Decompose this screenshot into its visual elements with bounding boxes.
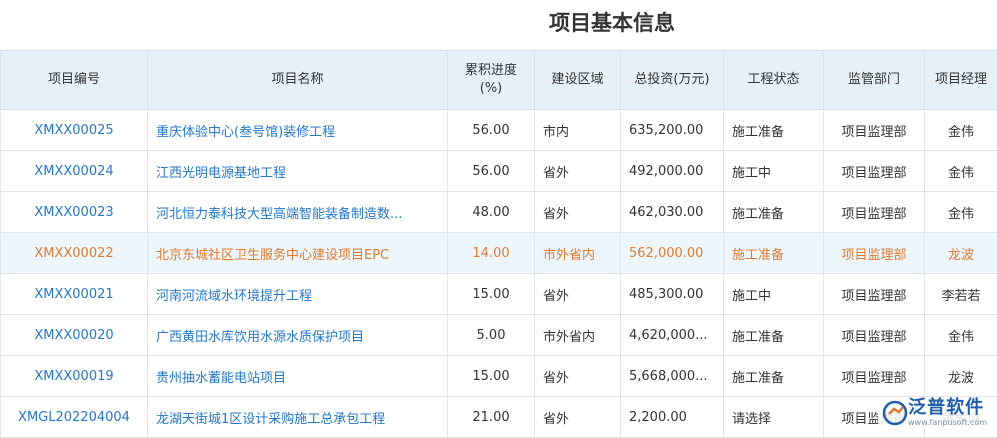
project-code-cell[interactable]: XMXX00025 <box>1 110 148 151</box>
status-cell: 施工准备 <box>724 356 824 397</box>
manager-cell: 金伟 <box>925 192 997 233</box>
column-header-code[interactable]: 项目编号 <box>1 51 148 110</box>
project-name-link[interactable]: 河南河流域水环境提升工程 <box>148 274 448 315</box>
table-row[interactable]: XMXX00021河南河流域水环境提升工程15.00省外485,300.00施工… <box>1 274 997 315</box>
project-code-cell[interactable]: XMXX00019 <box>1 356 148 397</box>
project-name-link[interactable]: 重庆体验中心(叁号馆)装修工程 <box>148 110 448 151</box>
region-cell: 市外省内 <box>535 315 621 356</box>
region-cell: 省外 <box>535 192 621 233</box>
dept-cell: 项目监理部 <box>824 151 925 192</box>
investment-cell: 462,030.00 <box>621 192 724 233</box>
column-header-investment[interactable]: 总投资(万元) <box>621 51 724 110</box>
table-row[interactable]: XMXX00022北京东城社区卫生服务中心建设项目EPC14.00市外省内562… <box>1 233 997 274</box>
region-cell: 市内 <box>535 110 621 151</box>
status-cell: 施工准备 <box>724 315 824 356</box>
manager-cell: 龙波 <box>925 233 997 274</box>
progress-cell: 5.00 <box>448 315 535 356</box>
status-cell: 施工中 <box>724 151 824 192</box>
investment-cell: 562,000.00 <box>621 233 724 274</box>
column-header-region[interactable]: 建设区域 <box>535 51 621 110</box>
manager-cell: 金伟 <box>925 315 997 356</box>
dept-cell: 项目监理部 <box>824 233 925 274</box>
progress-cell: 56.00 <box>448 110 535 151</box>
column-header-manager[interactable]: 项目经理 <box>925 51 997 110</box>
investment-cell: 4,620,000... <box>621 315 724 356</box>
project-name-link[interactable]: 江西光明电源基地工程 <box>148 151 448 192</box>
column-header-name[interactable]: 项目名称 <box>148 51 448 110</box>
dept-cell: 项目监理部 <box>824 274 925 315</box>
project-code-cell[interactable]: XMXX00020 <box>1 315 148 356</box>
investment-cell: 485,300.00 <box>621 274 724 315</box>
investment-cell: 492,000.00 <box>621 151 724 192</box>
status-cell: 请选择 <box>724 397 824 438</box>
table-row[interactable]: XMXX00020广西黄田水库饮用水源水质保护项目5.00市外省内4,620,0… <box>1 315 997 356</box>
investment-cell: 635,200.00 <box>621 110 724 151</box>
watermark-url: www.fanpusoft.com <box>908 418 987 427</box>
investment-cell: 5,668,000... <box>621 356 724 397</box>
project-code-cell[interactable]: XMXX00021 <box>1 274 148 315</box>
table-row[interactable]: XMXX00023河北恒力泰科技大型高端智能装备制造数...48.00省外462… <box>1 192 997 233</box>
project-code-cell[interactable]: XMGL202204004 <box>1 397 148 438</box>
region-cell: 省外 <box>535 356 621 397</box>
progress-cell: 15.00 <box>448 356 535 397</box>
table-row[interactable]: XMXX00024江西光明电源基地工程56.00省外492,000.00施工中项… <box>1 151 997 192</box>
status-cell: 施工中 <box>724 274 824 315</box>
region-cell: 省外 <box>535 274 621 315</box>
project-name-link[interactable]: 广西黄田水库饮用水源水质保护项目 <box>148 315 448 356</box>
status-cell: 施工准备 <box>724 233 824 274</box>
watermark: 泛普软件 www.fanpusoft.com <box>878 397 991 428</box>
project-name-link[interactable]: 贵州抽水蓄能电站项目 <box>148 356 448 397</box>
watermark-text: 泛普软件 <box>908 398 987 418</box>
project-code-cell[interactable]: XMXX00024 <box>1 151 148 192</box>
region-cell: 省外 <box>535 397 621 438</box>
manager-cell: 李若若 <box>925 274 997 315</box>
project-info-table: 项目编号 项目名称 累积进度(%) 建设区域 总投资(万元) 工程状态 监管部门… <box>0 50 997 438</box>
manager-cell: 金伟 <box>925 151 997 192</box>
dept-cell: 项目监理部 <box>824 315 925 356</box>
project-name-link[interactable]: 北京东城社区卫生服务中心建设项目EPC <box>148 233 448 274</box>
project-name-link[interactable]: 河北恒力泰科技大型高端智能装备制造数... <box>148 192 448 233</box>
progress-cell: 48.00 <box>448 192 535 233</box>
project-code-cell[interactable]: XMXX00023 <box>1 192 148 233</box>
manager-cell: 金伟 <box>925 110 997 151</box>
dept-cell: 项目监理部 <box>824 192 925 233</box>
column-header-dept[interactable]: 监管部门 <box>824 51 925 110</box>
status-cell: 施工准备 <box>724 192 824 233</box>
table-header-row: 项目编号 项目名称 累积进度(%) 建设区域 总投资(万元) 工程状态 监管部门… <box>1 51 997 110</box>
status-cell: 施工准备 <box>724 110 824 151</box>
project-code-cell[interactable]: XMXX00022 <box>1 233 148 274</box>
page-title: 项目基本信息 <box>0 0 997 50</box>
table-row[interactable]: XMXX00025重庆体验中心(叁号馆)装修工程56.00市内635,200.0… <box>1 110 997 151</box>
region-cell: 省外 <box>535 151 621 192</box>
progress-cell: 15.00 <box>448 274 535 315</box>
manager-cell: 龙波 <box>925 356 997 397</box>
progress-cell: 56.00 <box>448 151 535 192</box>
project-name-link[interactable]: 龙湖天街城1区设计采购施工总承包工程 <box>148 397 448 438</box>
table-row[interactable]: XMGL202204004龙湖天街城1区设计采购施工总承包工程21.00省外2,… <box>1 397 997 438</box>
dept-cell: 项目监理部 <box>824 356 925 397</box>
progress-cell: 21.00 <box>448 397 535 438</box>
region-cell: 市外省内 <box>535 233 621 274</box>
fanpu-logo-icon <box>882 400 908 426</box>
progress-cell: 14.00 <box>448 233 535 274</box>
investment-cell: 2,200.00 <box>621 397 724 438</box>
column-header-status[interactable]: 工程状态 <box>724 51 824 110</box>
dept-cell: 项目监理部 <box>824 110 925 151</box>
table-row[interactable]: XMXX00019贵州抽水蓄能电站项目15.00省外5,668,000...施工… <box>1 356 997 397</box>
column-header-progress[interactable]: 累积进度(%) <box>448 51 535 110</box>
